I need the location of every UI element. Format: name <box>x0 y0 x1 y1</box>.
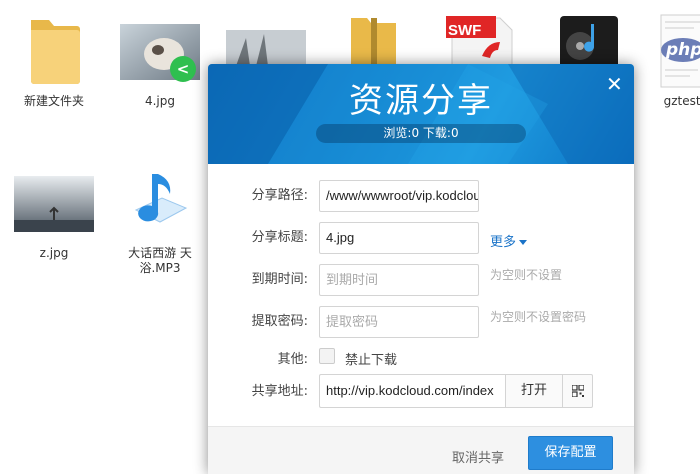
password-field[interactable]: 提取密码 <box>319 306 479 338</box>
title-label: 分享标题: <box>251 230 308 245</box>
other-label: 其他: <box>277 352 308 367</box>
link-label: 共享地址: <box>251 384 308 399</box>
dialog-footer: 取消共享 保存配置 <box>208 426 634 474</box>
file-name: 大话西游 天浴.MP3 <box>128 246 192 275</box>
file-item-image[interactable] <box>224 10 308 70</box>
zip-icon <box>351 18 396 68</box>
dialog-header: 资源分享 浏览:0 下载:0 ✕ <box>208 64 634 164</box>
music-icon <box>560 16 618 68</box>
expire-hint: 为空则不设置 <box>490 268 563 282</box>
image-thumbnail <box>14 176 94 232</box>
image-thumbnail <box>226 30 306 66</box>
more-options-link[interactable]: 更多 <box>490 231 528 250</box>
share-icon: < <box>170 56 196 82</box>
qrcode-button[interactable] <box>562 374 593 408</box>
expire-label: 到期时间: <box>251 272 308 287</box>
php-badge: php <box>666 40 700 60</box>
file-item-mp3[interactable]: 大话西游 天浴.MP3 <box>118 170 202 280</box>
audio-file-icon <box>134 174 188 223</box>
file-item-zjpg[interactable]: z.jpg <box>12 170 96 270</box>
expire-time-field[interactable]: 到期时间 <box>319 264 479 296</box>
file-name: 新建文件夹 <box>23 94 84 108</box>
file-name: 4.jpg <box>144 94 176 108</box>
file-item-4jpg[interactable]: < 4.jpg <box>118 10 202 110</box>
folder-icon <box>31 20 80 84</box>
file-item-music[interactable] <box>554 10 624 70</box>
close-icon[interactable]: ✕ <box>606 74 623 94</box>
share-path-field[interactable]: /www/wwwroot/vip.kodcloud <box>319 180 479 212</box>
file-item-swf[interactable]: SWF <box>440 8 520 68</box>
save-config-button[interactable]: 保存配置 <box>528 436 613 470</box>
file-item-archive[interactable] <box>344 10 404 70</box>
share-link-field[interactable]: http://vip.kodcloud.com/index <box>319 374 505 408</box>
swf-badge: SWF <box>448 22 482 39</box>
dialog-title: 资源分享 <box>349 81 493 121</box>
more-label: 更多 <box>490 235 517 250</box>
password-hint: 为空则不设置密码 <box>490 310 587 324</box>
qrcode-icon <box>572 385 584 397</box>
chevron-down-icon <box>519 240 528 245</box>
share-stats: 浏览:0 下载:0 <box>316 124 526 143</box>
no-download-checkbox[interactable] <box>319 348 335 364</box>
password-label: 提取密码: <box>251 314 308 329</box>
file-item-php[interactable]: php gztest. <box>654 10 700 110</box>
file-item-new-folder[interactable]: 新建文件夹 <box>20 10 88 110</box>
open-link-button[interactable]: 打开 <box>505 374 563 408</box>
no-download-label: 禁止下载 <box>345 353 398 368</box>
file-name: gztest. <box>663 94 700 108</box>
swf-icon <box>446 16 513 68</box>
file-name: z.jpg <box>39 246 69 260</box>
share-title-field[interactable]: 4.jpg <box>319 222 479 254</box>
cancel-share-button[interactable]: 取消共享 <box>452 447 504 466</box>
dialog-body: 分享路径: /www/wwwroot/vip.kodcloud 分享标题: 4.… <box>208 164 634 426</box>
path-label: 分享路径: <box>251 188 308 203</box>
share-dialog: 资源分享 浏览:0 下载:0 ✕ 分享路径: /www/wwwroot/vip.… <box>208 64 634 474</box>
